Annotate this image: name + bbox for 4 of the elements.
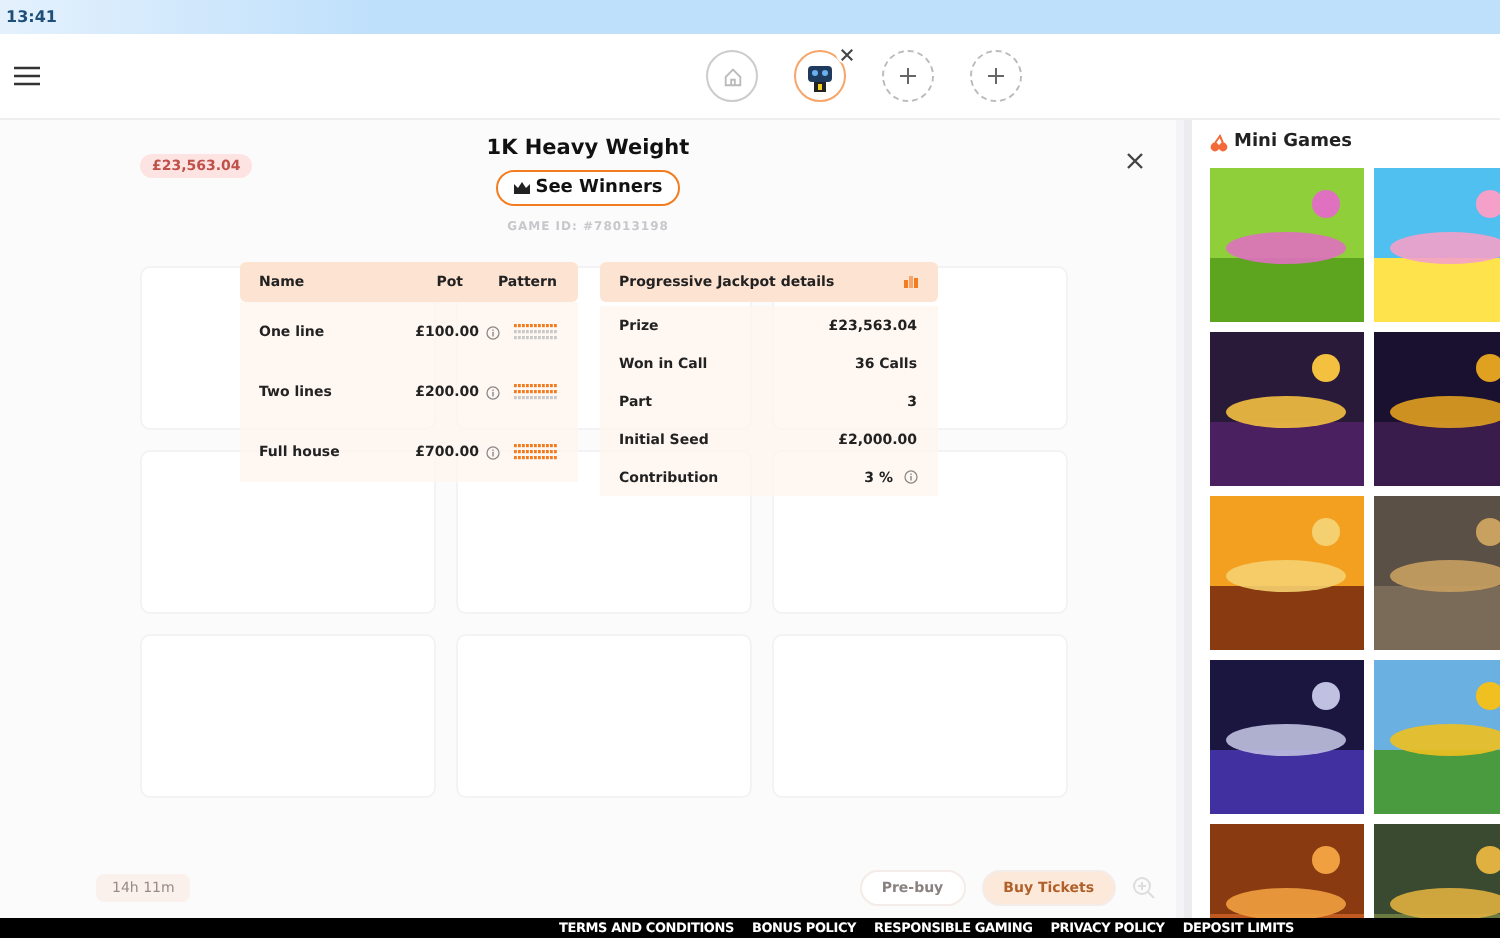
panel-title: Mini Games — [1234, 132, 1352, 152]
modal-title: 1K Heavy Weight — [486, 136, 690, 160]
see-winners-button[interactable]: See Winners — [495, 170, 681, 206]
clock-time: 13:41 — [6, 8, 57, 26]
